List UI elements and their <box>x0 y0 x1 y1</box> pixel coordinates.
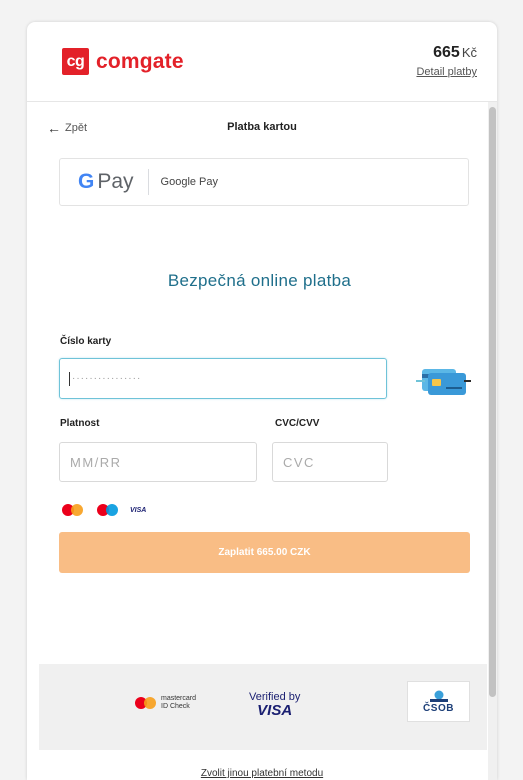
logo-text: comgate <box>96 49 184 73</box>
scrollbar-thumb[interactable] <box>489 107 496 697</box>
text-caret <box>69 371 70 386</box>
csob-text: ČSOB <box>423 702 454 714</box>
payment-card: cg comgate 665 Kč Detail platby ← Zpět Pl… <box>27 22 497 780</box>
scrollbar[interactable] <box>488 102 497 780</box>
google-g-icon: G <box>78 170 95 193</box>
amount-value: 665 <box>433 44 460 61</box>
csob-logo-icon: ČSOB <box>407 681 470 722</box>
page-title: Platba kartou <box>227 121 297 133</box>
expiry-placeholder: MM/RR <box>70 454 122 470</box>
mastercard-id-check-badge: mastercard ID Check <box>135 695 196 711</box>
amount-currency: Kč <box>461 45 477 60</box>
comgate-logo: cg comgate <box>62 48 184 75</box>
accepted-brands: VISA <box>62 504 146 516</box>
credit-card-icon <box>416 369 471 395</box>
expiry-input[interactable]: MM/RR <box>59 442 257 482</box>
expiry-label: Platnost <box>60 418 100 429</box>
verified-by-visa-badge: Verified by VISA <box>249 691 300 718</box>
id-check-text: ID Check <box>161 703 190 710</box>
csob-emblem-icon <box>429 690 448 702</box>
pay-button[interactable]: Zaplatit 665.00 CZK <box>59 532 470 573</box>
google-pay-logo: G Pay <box>78 170 134 194</box>
amount-block: 665 Kč Detail platby <box>416 44 477 78</box>
cvc-input[interactable]: CVC <box>272 442 388 482</box>
header: cg comgate 665 Kč Detail platby <box>27 22 497 102</box>
google-pay-button[interactable]: G Pay Google Pay <box>59 158 469 206</box>
card-number-label: Číslo karty <box>60 336 112 347</box>
google-pay-divider <box>147 169 149 195</box>
visa-icon: VISA <box>130 506 147 514</box>
mastercard-icon <box>135 697 156 709</box>
card-number-value: ················ <box>72 373 142 384</box>
mastercard-text: mastercard <box>161 695 197 702</box>
cvc-placeholder: CVC <box>283 454 315 470</box>
google-pay-label: Google Pay <box>160 176 219 188</box>
mastercard-icon <box>62 504 83 516</box>
visa-wordmark: VISA <box>257 702 293 719</box>
card-number-input[interactable]: ················ <box>59 358 387 399</box>
cvc-label: CVC/CVV <box>275 418 320 429</box>
payment-detail-link[interactable]: Detail platby <box>416 66 477 78</box>
maestro-icon <box>97 504 118 516</box>
secure-payment-heading: Bezpečná online platba <box>167 271 352 290</box>
choose-other-method-link[interactable]: Zvolit jinou platební metodu <box>27 768 497 779</box>
logo-mark: cg <box>62 48 89 75</box>
google-pay-word: Pay <box>97 170 134 193</box>
